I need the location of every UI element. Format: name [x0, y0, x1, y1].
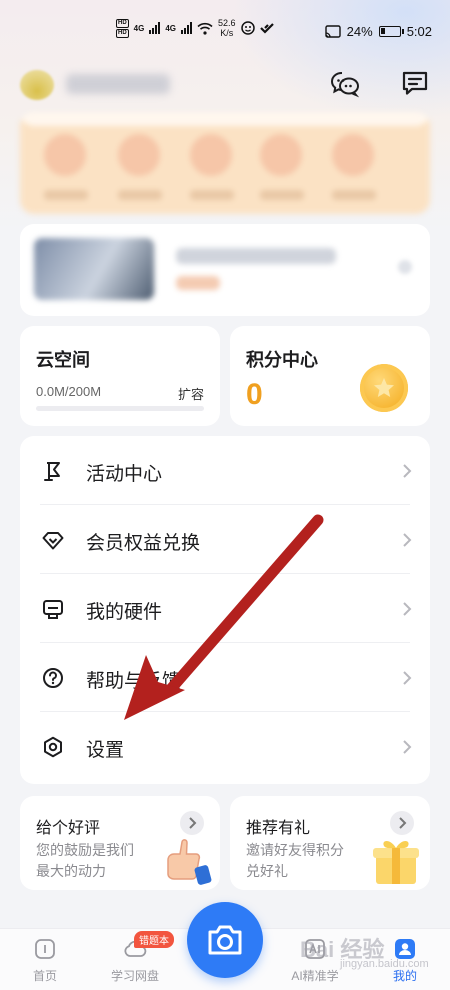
- diamond-icon: [42, 532, 64, 550]
- promo-banner-redacted[interactable]: [20, 112, 430, 214]
- gift-icon: [373, 841, 419, 884]
- camera-icon: [208, 925, 242, 955]
- thumbs-up-icon: [167, 839, 212, 885]
- flag-icon: [44, 462, 60, 481]
- cloud-usage-bar: [36, 406, 204, 411]
- username-redacted[interactable]: [66, 74, 170, 94]
- menu-item-label: 活动中心: [86, 464, 163, 485]
- cloud-usage-text: 0.0M/200M: [36, 384, 102, 399]
- menu-item-label: 我的硬件: [86, 602, 163, 623]
- hd-icon: HD HD: [116, 18, 129, 38]
- message-icon[interactable]: [400, 68, 430, 98]
- chevron-right-icon: [403, 533, 412, 547]
- menu-item-membership-exchange[interactable]: 会员权益兑换: [20, 505, 430, 574]
- referral-chevron-button[interactable]: [390, 811, 414, 835]
- network-speed: 52.6 K/s: [218, 18, 236, 38]
- menu-item-settings[interactable]: 设置: [20, 712, 430, 781]
- battery-icon: [378, 26, 404, 37]
- referral-title: 推荐有礼: [246, 820, 311, 837]
- network-type-2: 4G: [165, 23, 177, 33]
- menu-item-label: 设置: [86, 740, 125, 761]
- chevron-right-icon: [403, 464, 412, 478]
- coin-icon: [360, 364, 408, 412]
- battery-percent: 24%: [346, 24, 373, 39]
- watermark-url: jingyan.baidu.com: [340, 958, 429, 970]
- points-center-title: 积分中心: [246, 350, 318, 370]
- menu-item-label: 帮助与反馈: [86, 671, 182, 692]
- app-notification-icon-2: [259, 23, 274, 34]
- nav-label: 学习网盘: [110, 969, 159, 983]
- status-right-indicators: 24% 5:02: [324, 24, 432, 39]
- chat-bubbles-icon[interactable]: [330, 68, 360, 98]
- help-icon: [43, 668, 63, 688]
- app-notification-icon: [240, 21, 255, 35]
- cloud-expand-button[interactable]: 扩容: [178, 384, 204, 403]
- referral-card[interactable]: 推荐有礼 邀请好友得积分兑好礼: [230, 796, 430, 890]
- cast-icon: [324, 25, 341, 38]
- review-card[interactable]: 给个好评 您的鼓励是我们最大的动力: [20, 796, 220, 890]
- cloud-space-title: 云空间: [36, 350, 90, 370]
- points-center-card[interactable]: 积分中心 0: [230, 326, 430, 426]
- menu-list: 活动中心 会员权益兑换 我的硬件 帮助与反馈 设置: [20, 436, 430, 784]
- network-type-1: 4G: [133, 23, 145, 33]
- signal-icon: [149, 22, 161, 34]
- nav-home[interactable]: 首页: [10, 937, 80, 984]
- home-icon: [35, 939, 55, 959]
- menu-item-my-hardware[interactable]: 我的硬件: [20, 574, 430, 643]
- points-value: 0: [246, 378, 263, 411]
- status-left-indicators: HD HD 4G 4G 52.6 K/s: [116, 18, 274, 38]
- device-icon: [43, 600, 63, 619]
- chevron-right-icon: [403, 602, 412, 616]
- wrong-questions-badge: 错题本: [134, 931, 174, 948]
- chevron-right-icon: [403, 671, 412, 685]
- signal-icon-2: [181, 22, 193, 34]
- settings-icon: [44, 736, 62, 758]
- review-subtitle: 您的鼓励是我们最大的动力: [36, 842, 134, 879]
- review-chevron-button[interactable]: [180, 811, 204, 835]
- camera-button[interactable]: [187, 902, 263, 978]
- avatar[interactable]: [20, 70, 54, 100]
- menu-item-help-feedback[interactable]: 帮助与反馈: [20, 643, 430, 712]
- cloud-space-card[interactable]: 云空间 0.0M/200M 扩容: [20, 326, 220, 426]
- referral-subtitle: 邀请好友得积分兑好礼: [246, 842, 344, 879]
- membership-card-redacted[interactable]: [20, 224, 430, 316]
- chevron-right-icon: [403, 740, 412, 754]
- review-title: 给个好评: [36, 820, 101, 837]
- clock: 5:02: [406, 24, 432, 39]
- wifi-icon: [197, 22, 213, 35]
- nav-label: 首页: [32, 969, 57, 983]
- menu-item-activity-center[interactable]: 活动中心: [20, 436, 430, 505]
- status-bar: HD HD 4G 4G 52.6 K/s 24% 5:02: [0, 0, 450, 62]
- menu-item-label: 会员权益兑换: [86, 533, 201, 554]
